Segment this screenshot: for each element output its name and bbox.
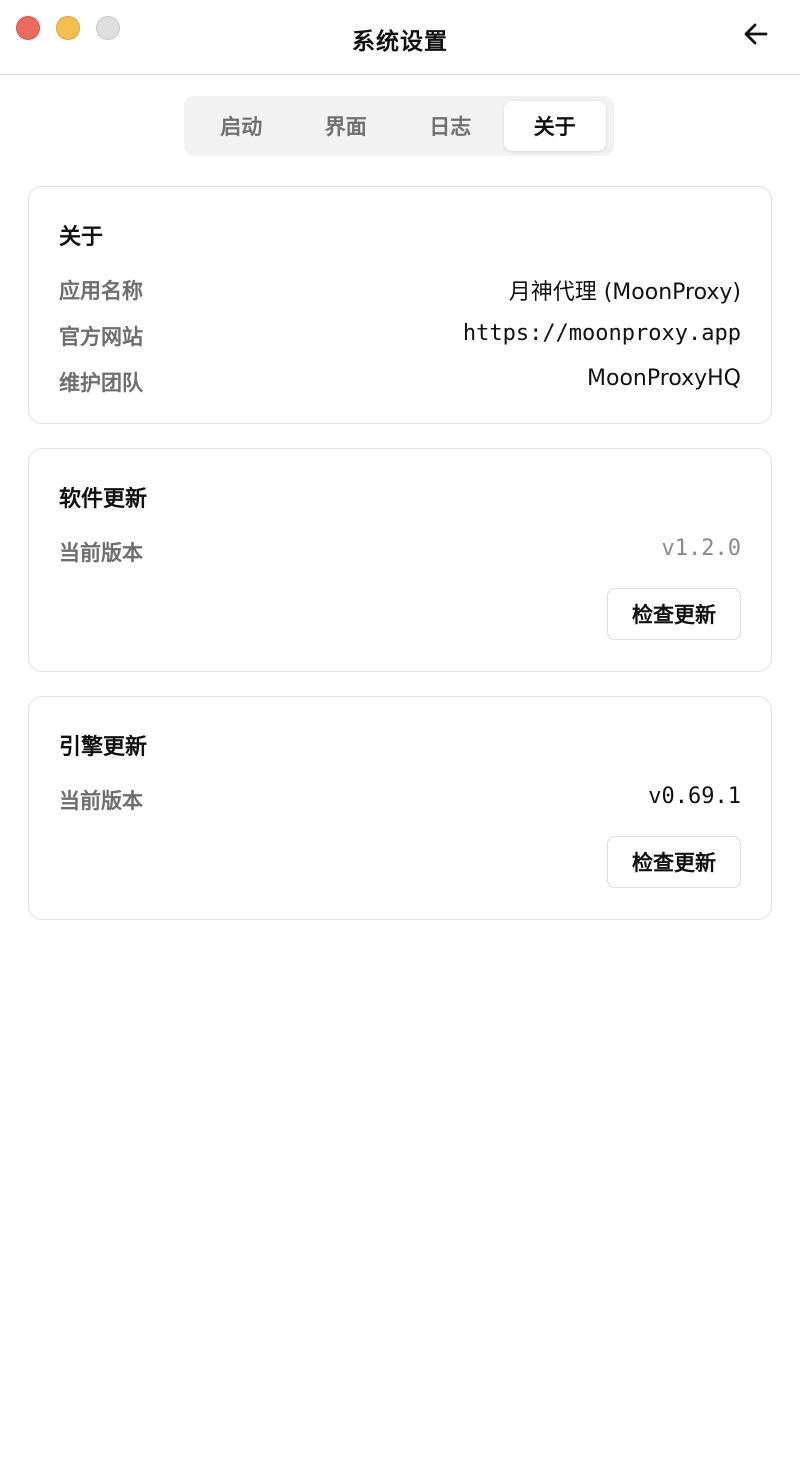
app-name-value: 月神代理 (MoonProxy) [508, 280, 741, 305]
check-engine-update-button[interactable]: 检查更新 [607, 836, 741, 888]
check-software-update-button[interactable]: 检查更新 [607, 588, 741, 640]
tab-about[interactable]: 关于 [503, 101, 606, 151]
software-version-label: 当前版本 [59, 541, 143, 565]
team-label: 维护团队 [59, 371, 143, 395]
settings-window: 系统设置 启动 界面 日志 关于 关于 应用名称 月神代理 (MoonProxy… [0, 0, 800, 1480]
tab-interface[interactable]: 界面 [295, 101, 398, 151]
settings-tab-bar: 启动 界面 日志 关于 [184, 96, 614, 156]
title-bar: 系统设置 [0, 0, 800, 75]
about-card-title: 关于 [59, 225, 104, 250]
engine-update-card: 引擎更新 当前版本 v0.69.1 检查更新 [28, 696, 772, 920]
team-value: MoonProxyHQ [587, 366, 741, 391]
window-title: 系统设置 [352, 29, 448, 55]
tab-logs[interactable]: 日志 [399, 101, 502, 151]
tab-startup[interactable]: 启动 [190, 101, 293, 151]
website-label: 官方网站 [59, 325, 143, 349]
software-version-value: v1.2.0 [661, 536, 741, 561]
website-link[interactable]: https://moonproxy.app [463, 321, 741, 346]
back-button[interactable] [740, 20, 772, 52]
arrow-left-icon [742, 20, 770, 52]
engine-version-value: v0.69.1 [648, 784, 741, 809]
about-card: 关于 应用名称 月神代理 (MoonProxy) 官方网站 https://mo… [28, 186, 772, 424]
engine-version-label: 当前版本 [59, 789, 143, 813]
app-name-label: 应用名称 [59, 279, 143, 303]
software-update-title: 软件更新 [59, 487, 148, 512]
engine-update-title: 引擎更新 [59, 735, 148, 760]
software-update-card: 软件更新 当前版本 v1.2.0 检查更新 [28, 448, 772, 672]
